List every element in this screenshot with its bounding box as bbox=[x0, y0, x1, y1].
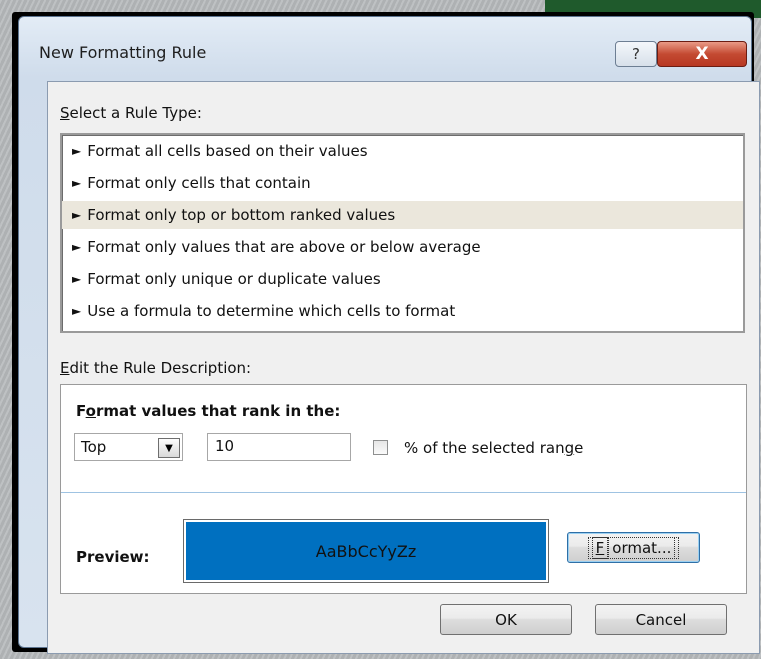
rule-type-item[interactable]: ► Use a formula to determine which cells … bbox=[62, 297, 743, 325]
rule-type-item-selected[interactable]: ► Format only top or bottom ranked values bbox=[62, 201, 743, 229]
rule-type-item[interactable]: ► Format all cells based on their values bbox=[62, 137, 743, 165]
triangle-right-icon: ► bbox=[72, 240, 82, 254]
percent-checkbox[interactable] bbox=[373, 440, 388, 455]
rule-description-label: Edit the Rule Description: bbox=[60, 359, 252, 377]
format-button[interactable]: Format... bbox=[567, 532, 700, 563]
triangle-right-icon: ► bbox=[72, 176, 82, 190]
rule-type-list[interactable]: ► Format all cells based on their values … bbox=[60, 133, 745, 333]
triangle-right-icon: ► bbox=[72, 208, 82, 222]
dialog-title: New Formatting Rule bbox=[39, 43, 207, 62]
help-icon: ? bbox=[632, 45, 640, 63]
triangle-right-icon: ► bbox=[72, 304, 82, 318]
help-button[interactable]: ? bbox=[615, 41, 657, 67]
top-bottom-select[interactable]: Top ▼ bbox=[74, 433, 183, 461]
triangle-right-icon: ► bbox=[72, 272, 82, 286]
preview-sample: AaBbCcYyZz bbox=[186, 522, 546, 580]
rule-type-item[interactable]: ► Format only values that are above or be… bbox=[62, 233, 743, 261]
close-button[interactable]: X bbox=[657, 41, 747, 67]
rank-heading: Format values that rank in the: bbox=[76, 402, 341, 420]
close-icon: X bbox=[695, 44, 709, 64]
triangle-right-icon: ► bbox=[72, 144, 82, 158]
ok-button[interactable]: OK bbox=[440, 604, 572, 635]
preview-label: Preview: bbox=[76, 548, 150, 566]
new-formatting-rule-dialog: New Formatting Rule ? X Select a Rule Ty… bbox=[18, 16, 760, 654]
rule-type-item[interactable]: ► Format only cells that contain bbox=[62, 169, 743, 197]
rule-description-panel: Format values that rank in the: Top ▼ 10… bbox=[60, 384, 747, 594]
chevron-down-icon: ▼ bbox=[165, 442, 173, 454]
top-bottom-value: Top bbox=[81, 438, 107, 456]
percent-checkbox-label: % of the selected range bbox=[404, 439, 584, 457]
dropdown-button[interactable]: ▼ bbox=[158, 438, 180, 458]
preview-box: AaBbCcYyZz bbox=[183, 519, 549, 583]
separator bbox=[61, 492, 746, 493]
rule-type-item[interactable]: ► Format only unique or duplicate values bbox=[62, 265, 743, 293]
dialog-body: Select a Rule Type: ► Format all cells ba… bbox=[47, 81, 760, 654]
cancel-button[interactable]: Cancel bbox=[595, 604, 727, 635]
rule-type-label: Select a Rule Type: bbox=[60, 104, 202, 122]
rank-count-input[interactable]: 10 bbox=[207, 433, 351, 461]
